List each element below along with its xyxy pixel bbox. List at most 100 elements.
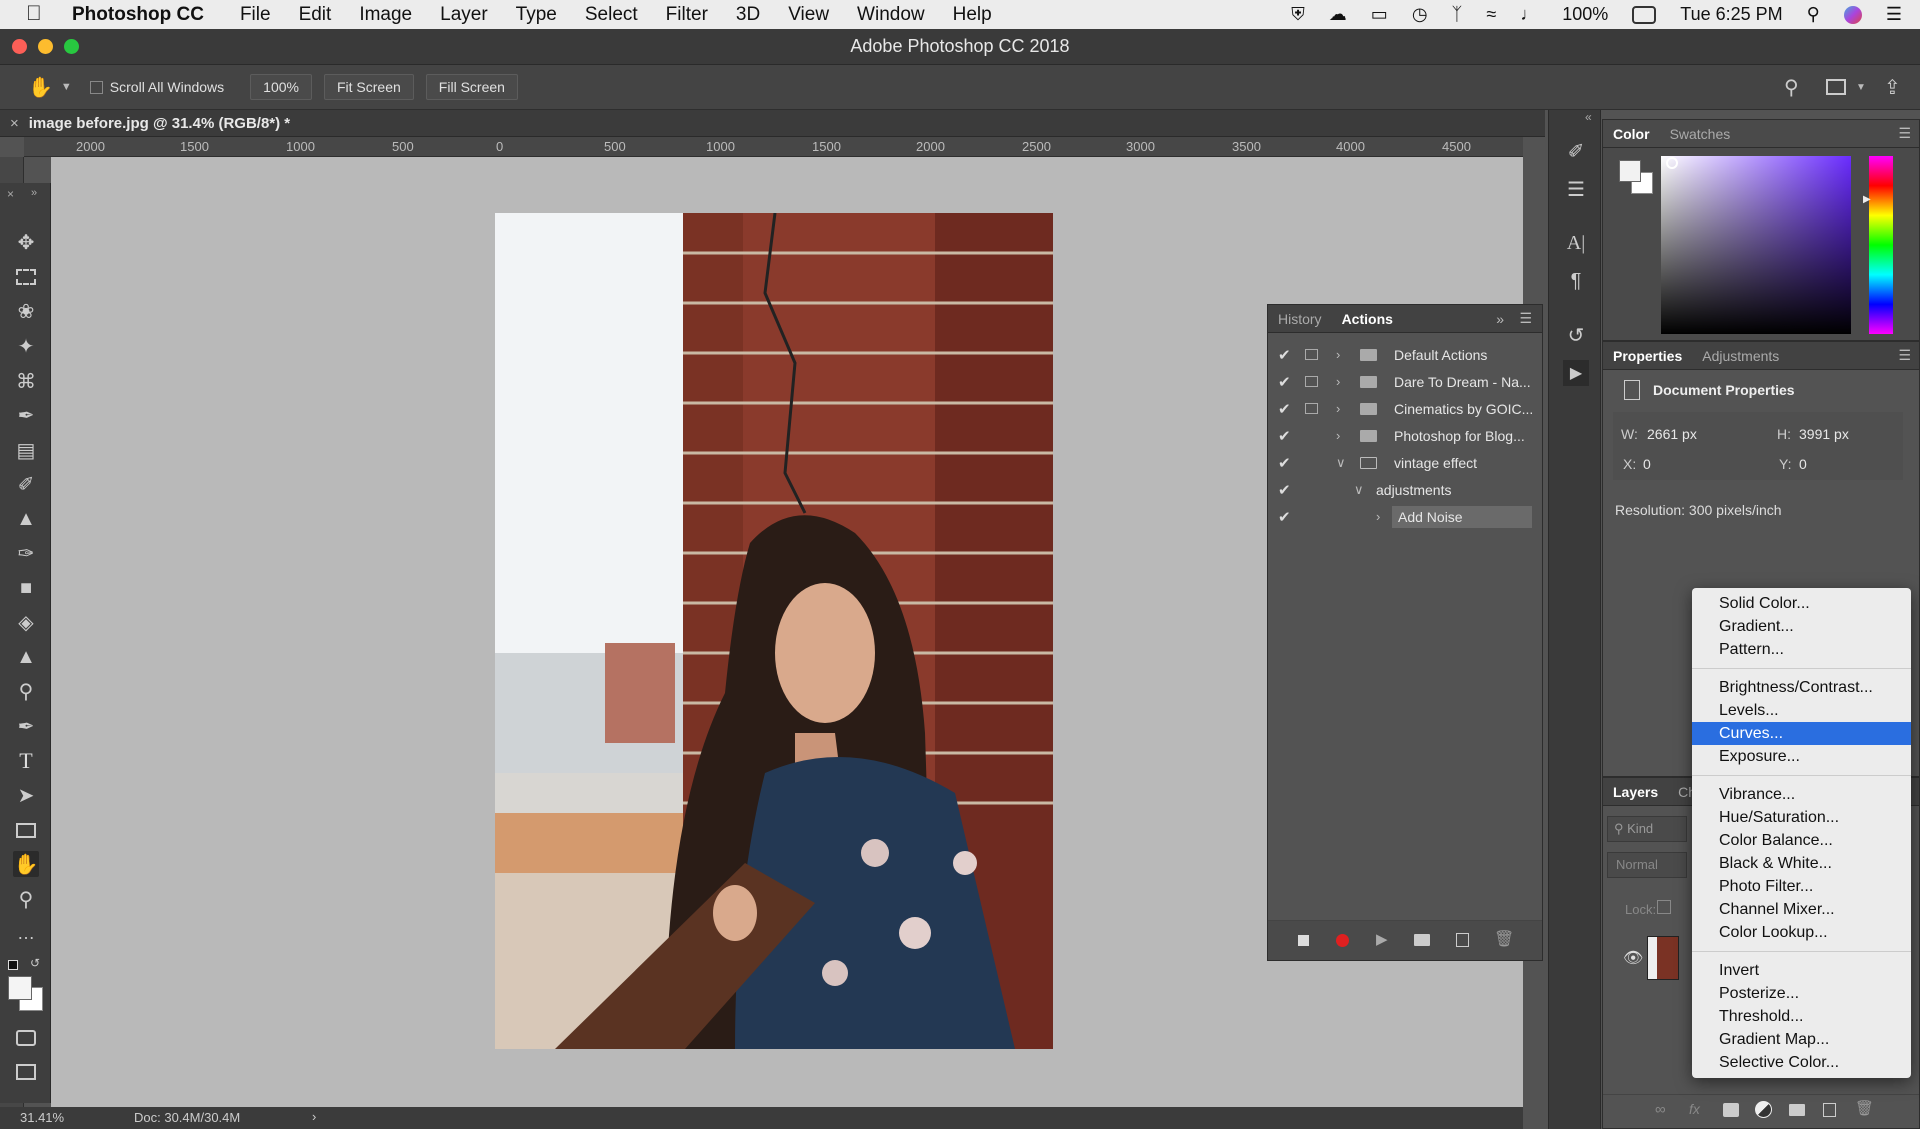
- collapse-tools-icon[interactable]: »: [31, 187, 37, 199]
- new-action-button[interactable]: [1456, 933, 1469, 947]
- width-value[interactable]: 2661 px: [1647, 426, 1697, 442]
- action-include-check[interactable]: ✔: [1278, 427, 1292, 445]
- action-row[interactable]: ✔ › Dare To Dream - Na...: [1268, 368, 1542, 395]
- menu-item[interactable]: Levels...: [1692, 699, 1911, 722]
- action-include-check[interactable]: ✔: [1278, 508, 1292, 526]
- chevron-right-icon[interactable]: ›: [1336, 428, 1340, 443]
- chevron-right-icon[interactable]: ›: [1376, 509, 1380, 524]
- tab-actions[interactable]: Actions: [1332, 311, 1403, 327]
- menu-view[interactable]: View: [788, 4, 829, 26]
- visibility-eye-icon[interactable]: 👁: [1623, 948, 1643, 968]
- add-mask-icon[interactable]: [1723, 1103, 1739, 1117]
- adjust-sliders-icon[interactable]: ☰: [1563, 176, 1589, 202]
- pen-tool-icon[interactable]: ✒: [13, 713, 39, 739]
- swap-colors-icon[interactable]: ↺: [30, 956, 40, 970]
- dialog-toggle-box[interactable]: [1305, 376, 1318, 387]
- height-value[interactable]: 3991 px: [1799, 426, 1849, 442]
- action-row[interactable]: ✔ › Photoshop for Blog...: [1268, 422, 1542, 449]
- layer-filter-field[interactable]: ⚲ Kind: [1607, 816, 1687, 842]
- more-tools-icon[interactable]: …: [13, 920, 39, 946]
- tab-properties[interactable]: Properties: [1603, 348, 1692, 364]
- menu-item[interactable]: Invert: [1692, 959, 1911, 982]
- notification-center-icon[interactable]: ☰: [1886, 4, 1902, 25]
- menu-item[interactable]: Vibrance...: [1692, 783, 1911, 806]
- action-row[interactable]: ✔ ∨ adjustments: [1268, 476, 1542, 503]
- menu-item[interactable]: Exposure...: [1692, 745, 1911, 768]
- workspace-dropdown-icon[interactable]: ▼: [1856, 82, 1866, 93]
- app-menu[interactable]: Photoshop CC: [72, 4, 204, 26]
- brush-tool-icon[interactable]: ✐: [13, 471, 39, 497]
- action-include-check[interactable]: ✔: [1278, 481, 1292, 499]
- delete-layer-icon[interactable]: 🗑: [1855, 1099, 1874, 1117]
- lasso-tool-icon[interactable]: ❀: [13, 298, 39, 324]
- bluetooth-icon[interactable]: ᛉ: [1452, 4, 1463, 25]
- color-picker-handle[interactable]: [1666, 157, 1678, 169]
- screen-mode-icon[interactable]: [13, 1059, 39, 1085]
- fill-screen-button[interactable]: Fill Screen: [425, 74, 518, 100]
- doc-size[interactable]: Doc: 30.4M/30.4M: [134, 1110, 240, 1125]
- menu-select[interactable]: Select: [585, 4, 638, 26]
- chevron-down-icon[interactable]: ∨: [1336, 455, 1346, 471]
- new-set-button[interactable]: [1414, 934, 1430, 946]
- collapse-dock-icon[interactable]: «: [1585, 110, 1592, 124]
- brush-settings-icon[interactable]: ✐: [1563, 138, 1589, 164]
- menu-item[interactable]: Photo Filter...: [1692, 875, 1911, 898]
- panel-menu-icon[interactable]: ☰: [1898, 347, 1911, 364]
- collapse-panel-icon[interactable]: »: [1496, 311, 1504, 327]
- delete-button[interactable]: 🗑: [1494, 929, 1514, 949]
- new-layer-icon[interactable]: [1823, 1103, 1836, 1117]
- siri-icon[interactable]: [1843, 5, 1862, 24]
- dialog-toggle-box[interactable]: [1305, 403, 1318, 414]
- chevron-right-icon[interactable]: ›: [1336, 401, 1340, 416]
- action-include-check[interactable]: ✔: [1278, 454, 1292, 472]
- menu-filter[interactable]: Filter: [666, 4, 708, 26]
- close-tab-icon[interactable]: ×: [10, 115, 19, 132]
- clock[interactable]: Tue 6:25 PM: [1680, 4, 1782, 25]
- actions-play-icon[interactable]: ▶: [1563, 360, 1589, 386]
- menu-type[interactable]: Type: [516, 4, 557, 26]
- hand-tool-icon[interactable]: ✋: [28, 75, 53, 100]
- menu-item[interactable]: Pattern...: [1692, 638, 1911, 661]
- apple-icon[interactable]: : [26, 2, 42, 26]
- tab-history[interactable]: History: [1268, 311, 1332, 327]
- zoom-tool-icon[interactable]: ⚲: [13, 886, 39, 912]
- stop-playing-button[interactable]: [1298, 935, 1309, 946]
- blend-mode-select[interactable]: Normal: [1607, 852, 1687, 878]
- blur-tool-icon[interactable]: ▲: [13, 644, 39, 670]
- menu-item[interactable]: Posterize...: [1692, 982, 1911, 1005]
- menu-item[interactable]: Color Balance...: [1692, 829, 1911, 852]
- dodge-tool-icon[interactable]: ⚲: [13, 678, 39, 704]
- menu-window[interactable]: Window: [857, 4, 925, 26]
- adjustment-layer-icon[interactable]: [1755, 1101, 1772, 1118]
- time-machine-icon[interactable]: ◷: [1412, 4, 1428, 25]
- default-colors-icon[interactable]: [8, 960, 18, 970]
- scroll-all-checkbox[interactable]: [89, 80, 103, 94]
- share-icon[interactable]: ⇪: [1884, 75, 1901, 100]
- spotlight-icon[interactable]: ⚲: [1807, 4, 1820, 25]
- quick-mask-icon[interactable]: [13, 1025, 39, 1051]
- menu-item[interactable]: Threshold...: [1692, 1005, 1911, 1028]
- zoom-window-button[interactable]: [64, 39, 79, 54]
- dialog-toggle-box[interactable]: [1305, 349, 1318, 360]
- action-row[interactable]: ✔ › Default Actions: [1268, 341, 1542, 368]
- hue-slider[interactable]: [1869, 156, 1893, 334]
- tab-layers[interactable]: Layers: [1603, 784, 1668, 800]
- menu-item[interactable]: Selective Color...: [1692, 1051, 1911, 1074]
- action-include-check[interactable]: ✔: [1278, 346, 1292, 364]
- tool-preset-dropdown-icon[interactable]: ▼: [61, 81, 72, 93]
- panel-menu-icon[interactable]: ☰: [1519, 310, 1532, 327]
- hand-tool-icon[interactable]: ✋: [13, 851, 39, 877]
- battery-icon[interactable]: [1632, 5, 1657, 24]
- chevron-right-icon[interactable]: ›: [1336, 374, 1340, 389]
- fx-icon[interactable]: fx: [1689, 1101, 1700, 1117]
- status-menu-arrow-icon[interactable]: ›: [312, 1109, 316, 1124]
- action-include-check[interactable]: ✔: [1278, 400, 1292, 418]
- panel-menu-icon[interactable]: ☰: [1898, 125, 1911, 142]
- paint-bucket-tool-icon[interactable]: ◈: [13, 609, 39, 635]
- search-icon[interactable]: ⚲: [1784, 75, 1799, 100]
- menu-help[interactable]: Help: [953, 4, 992, 26]
- action-row[interactable]: ✔ › Add Noise: [1268, 503, 1542, 530]
- move-tool-icon[interactable]: ✥: [13, 229, 39, 255]
- menu-item[interactable]: Gradient Map...: [1692, 1028, 1911, 1051]
- fit-screen-button[interactable]: Fit Screen: [323, 74, 414, 100]
